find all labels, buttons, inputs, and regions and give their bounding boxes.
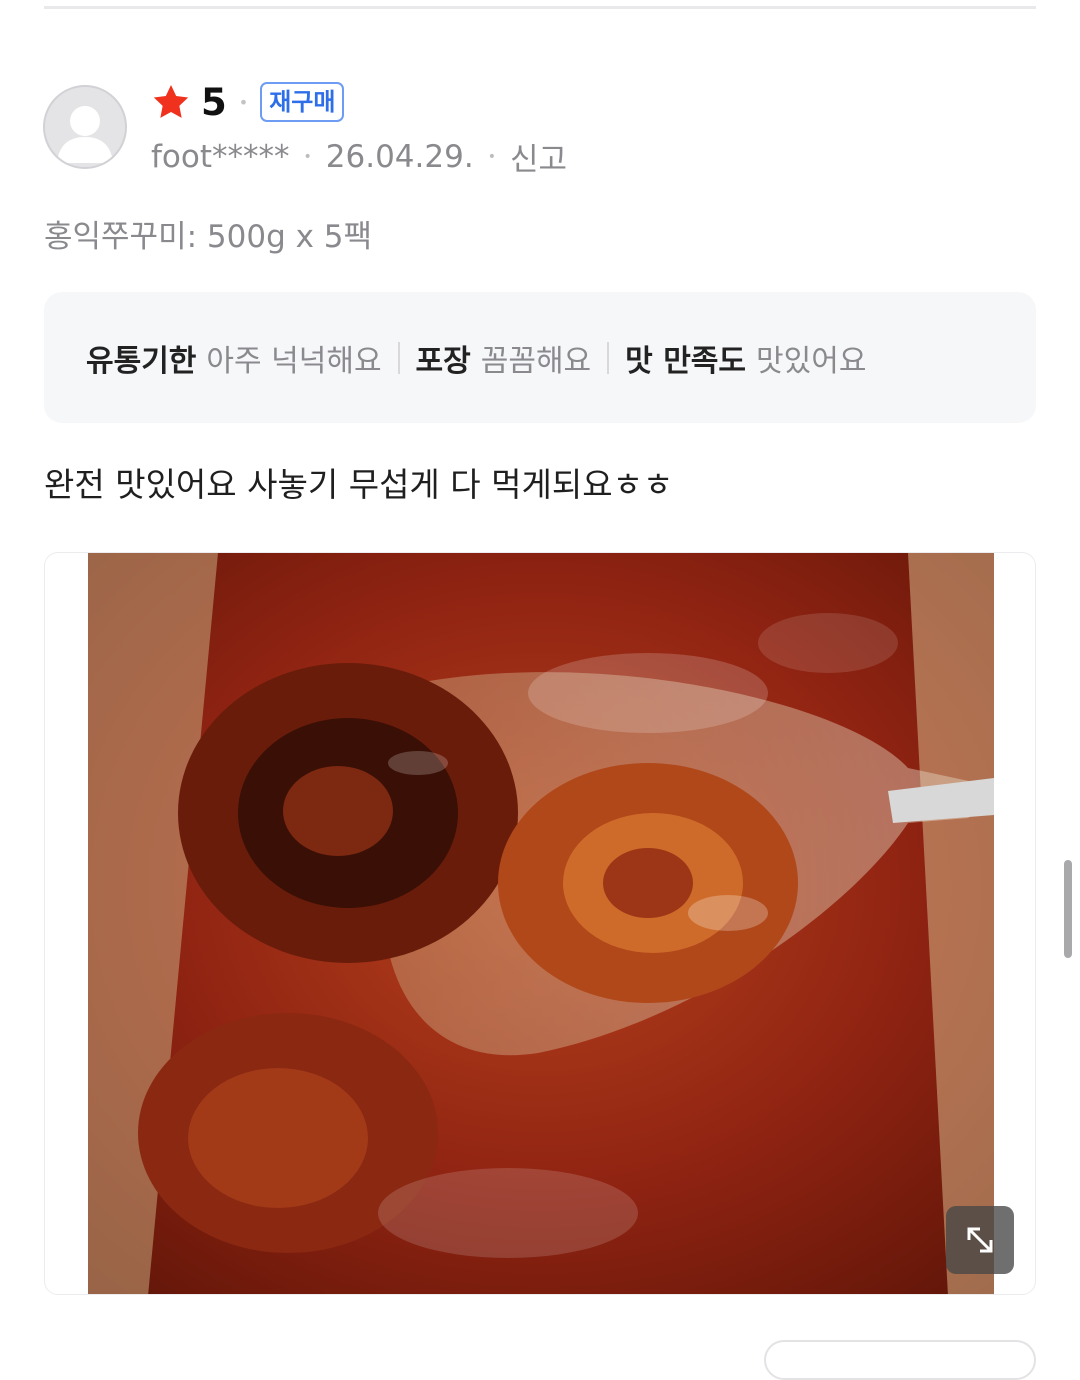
eval-value-taste: 맛있어요 bbox=[756, 343, 867, 379]
eval-value-expiry: 아주 넉넉해요 bbox=[206, 343, 382, 379]
separator-dot: • bbox=[487, 148, 496, 165]
expand-photo-button[interactable] bbox=[946, 1206, 1014, 1274]
expand-diagonal-icon bbox=[967, 1227, 993, 1253]
bottom-button-partial[interactable] bbox=[764, 1340, 1036, 1380]
report-link[interactable]: 신고 bbox=[510, 134, 567, 179]
separator-dot: • bbox=[238, 92, 249, 112]
evaluation-summary: 유통기한 아주 넉넉해요 포장 꼼꼼해요 맛 만족도 맛있어요 bbox=[44, 292, 1036, 423]
username: foot***** bbox=[151, 138, 290, 175]
repurchase-badge: 재구매 bbox=[260, 82, 345, 122]
review-photo-frame[interactable] bbox=[44, 552, 1036, 1295]
avatar[interactable] bbox=[43, 85, 127, 169]
rating-score: 5 bbox=[201, 80, 227, 124]
eval-divider bbox=[397, 341, 400, 374]
scrollbar-thumb[interactable] bbox=[1064, 860, 1072, 958]
review-meta: foot***** • 26.04.29. • 신고 bbox=[151, 134, 567, 179]
top-divider bbox=[44, 6, 1036, 9]
user-silhouette-icon bbox=[57, 106, 113, 163]
eval-key-expiry: 유통기한 bbox=[86, 343, 197, 379]
eval-key-taste: 맛 만족도 bbox=[625, 343, 747, 379]
eval-value-packaging: 꼼꼼해요 bbox=[480, 343, 592, 379]
separator-dot: • bbox=[303, 148, 312, 165]
purchase-option: 홍익쭈꾸미: 500g x 5팩 bbox=[44, 219, 373, 255]
review-body: 완전 맛있어요 사놓기 무섭게 다 먹게되요ㅎㅎ bbox=[44, 465, 674, 504]
eval-key-packaging: 포장 bbox=[415, 343, 471, 379]
review-photo[interactable] bbox=[88, 553, 994, 1295]
rating-row: 5 • 재구매 bbox=[151, 80, 345, 124]
review-date: 26.04.29. bbox=[325, 138, 474, 175]
star-icon bbox=[153, 85, 189, 118]
eval-divider bbox=[607, 341, 610, 374]
